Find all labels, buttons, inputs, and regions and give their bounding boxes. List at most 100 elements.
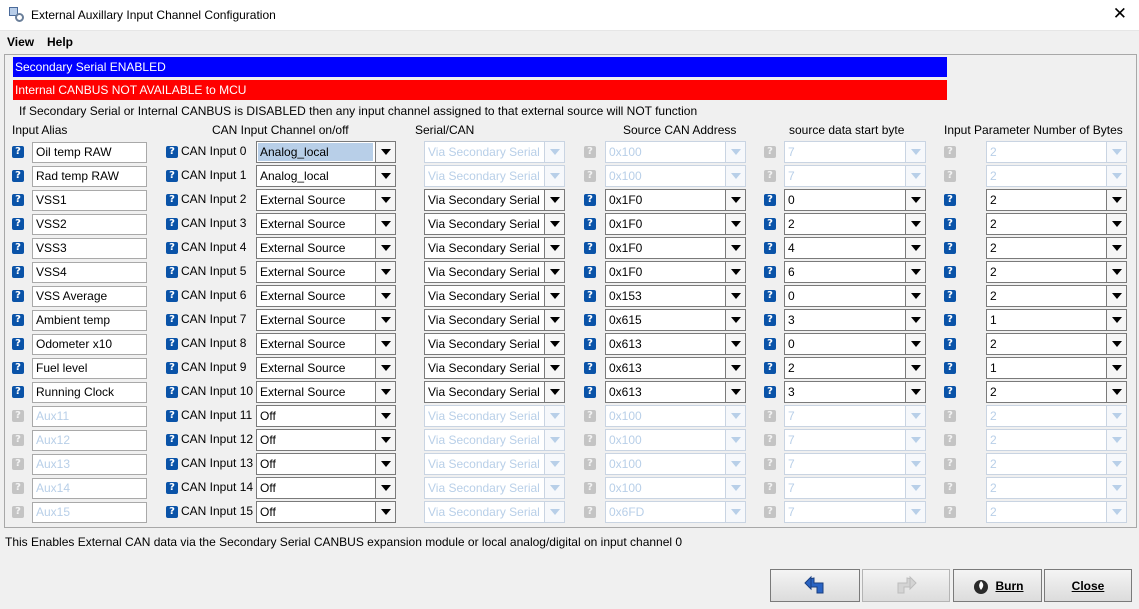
start-byte-select[interactable]: 7 xyxy=(784,501,926,523)
channel-source-select[interactable]: External Source xyxy=(256,309,396,331)
input-alias-field[interactable]: VSS1 xyxy=(32,190,147,211)
chevron-down-icon[interactable] xyxy=(905,310,925,330)
serial-can-select[interactable]: Via Secondary Serial xyxy=(424,165,565,187)
chevron-down-icon[interactable] xyxy=(905,166,925,186)
help-icon[interactable]: ? xyxy=(944,290,956,302)
chevron-down-icon[interactable] xyxy=(544,166,564,186)
start-byte-select[interactable]: 0 xyxy=(784,189,926,211)
chevron-down-icon[interactable] xyxy=(905,142,925,162)
source-address-select[interactable]: 0x1F0 xyxy=(605,237,746,259)
help-icon[interactable]: ? xyxy=(944,386,956,398)
input-alias-field[interactable]: VSS4 xyxy=(32,262,147,283)
chevron-down-icon[interactable] xyxy=(1106,454,1126,474)
chevron-down-icon[interactable] xyxy=(375,166,395,186)
source-address-select[interactable]: 0x1F0 xyxy=(605,213,746,235)
help-icon[interactable]: ? xyxy=(166,242,178,254)
help-icon[interactable]: ? xyxy=(12,290,24,302)
help-icon[interactable]: ? xyxy=(764,458,776,470)
chevron-down-icon[interactable] xyxy=(544,142,564,162)
help-icon[interactable]: ? xyxy=(944,482,956,494)
help-icon[interactable]: ? xyxy=(166,338,178,350)
source-address-select[interactable]: 0x100 xyxy=(605,477,746,499)
menu-help[interactable]: Help xyxy=(47,35,73,49)
help-icon[interactable]: ? xyxy=(12,146,24,158)
chevron-down-icon[interactable] xyxy=(1106,478,1126,498)
help-icon[interactable]: ? xyxy=(12,434,24,446)
help-icon[interactable]: ? xyxy=(12,458,24,470)
source-address-select[interactable]: 0x100 xyxy=(605,405,746,427)
num-bytes-select[interactable]: 2 xyxy=(986,429,1127,451)
input-alias-field[interactable]: Odometer x10 xyxy=(32,334,147,355)
source-address-select[interactable]: 0x613 xyxy=(605,381,746,403)
channel-source-select[interactable]: Off xyxy=(256,501,396,523)
chevron-down-icon[interactable] xyxy=(905,334,925,354)
help-icon[interactable]: ? xyxy=(166,506,178,518)
help-icon[interactable]: ? xyxy=(944,458,956,470)
chevron-down-icon[interactable] xyxy=(544,502,564,522)
chevron-down-icon[interactable] xyxy=(1106,286,1126,306)
help-icon[interactable]: ? xyxy=(944,314,956,326)
source-address-select[interactable]: 0x100 xyxy=(605,165,746,187)
help-icon[interactable]: ? xyxy=(166,218,178,230)
chevron-down-icon[interactable] xyxy=(725,358,745,378)
help-icon[interactable]: ? xyxy=(764,338,776,350)
help-icon[interactable]: ? xyxy=(944,506,956,518)
chevron-down-icon[interactable] xyxy=(375,478,395,498)
help-icon[interactable]: ? xyxy=(584,458,596,470)
chevron-down-icon[interactable] xyxy=(725,286,745,306)
channel-source-select[interactable]: External Source xyxy=(256,381,396,403)
chevron-down-icon[interactable] xyxy=(905,358,925,378)
help-icon[interactable]: ? xyxy=(12,170,24,182)
help-icon[interactable]: ? xyxy=(166,482,178,494)
input-alias-field[interactable]: Aux13 xyxy=(32,454,147,475)
chevron-down-icon[interactable] xyxy=(375,358,395,378)
num-bytes-select[interactable]: 2 xyxy=(986,189,1127,211)
help-icon[interactable]: ? xyxy=(584,362,596,374)
serial-can-select[interactable]: Via Secondary Serial xyxy=(424,261,565,283)
start-byte-select[interactable]: 7 xyxy=(784,165,926,187)
start-byte-select[interactable]: 7 xyxy=(784,429,926,451)
input-alias-field[interactable]: Aux11 xyxy=(32,406,147,427)
channel-source-select[interactable]: External Source xyxy=(256,357,396,379)
input-alias-field[interactable]: Aux12 xyxy=(32,430,147,451)
chevron-down-icon[interactable] xyxy=(375,310,395,330)
help-icon[interactable]: ? xyxy=(944,194,956,206)
channel-source-select[interactable]: External Source xyxy=(256,213,396,235)
num-bytes-select[interactable]: 2 xyxy=(986,285,1127,307)
chevron-down-icon[interactable] xyxy=(1106,406,1126,426)
chevron-down-icon[interactable] xyxy=(725,142,745,162)
help-icon[interactable]: ? xyxy=(166,386,178,398)
serial-can-select[interactable]: Via Secondary Serial xyxy=(424,237,565,259)
chevron-down-icon[interactable] xyxy=(905,238,925,258)
help-icon[interactable]: ? xyxy=(12,314,24,326)
serial-can-select[interactable]: Via Secondary Serial xyxy=(424,213,565,235)
chevron-down-icon[interactable] xyxy=(1106,262,1126,282)
help-icon[interactable]: ? xyxy=(944,434,956,446)
chevron-down-icon[interactable] xyxy=(725,454,745,474)
start-byte-select[interactable]: 0 xyxy=(784,333,926,355)
help-icon[interactable]: ? xyxy=(584,218,596,230)
chevron-down-icon[interactable] xyxy=(375,430,395,450)
chevron-down-icon[interactable] xyxy=(905,478,925,498)
num-bytes-select[interactable]: 2 xyxy=(986,213,1127,235)
help-icon[interactable]: ? xyxy=(584,146,596,158)
help-icon[interactable]: ? xyxy=(764,194,776,206)
chevron-down-icon[interactable] xyxy=(544,454,564,474)
chevron-down-icon[interactable] xyxy=(375,286,395,306)
serial-can-select[interactable]: Via Secondary Serial xyxy=(424,189,565,211)
chevron-down-icon[interactable] xyxy=(725,262,745,282)
channel-source-select[interactable]: External Source xyxy=(256,261,396,283)
input-alias-field[interactable]: Rad temp RAW xyxy=(32,166,147,187)
chevron-down-icon[interactable] xyxy=(1106,310,1126,330)
help-icon[interactable]: ? xyxy=(944,218,956,230)
channel-source-select[interactable]: Analog_local xyxy=(256,165,396,187)
help-icon[interactable]: ? xyxy=(764,386,776,398)
help-icon[interactable]: ? xyxy=(584,290,596,302)
chevron-down-icon[interactable] xyxy=(1106,382,1126,402)
chevron-down-icon[interactable] xyxy=(905,214,925,234)
chevron-down-icon[interactable] xyxy=(375,262,395,282)
chevron-down-icon[interactable] xyxy=(905,286,925,306)
help-icon[interactable]: ? xyxy=(12,218,24,230)
chevron-down-icon[interactable] xyxy=(375,454,395,474)
help-icon[interactable]: ? xyxy=(584,482,596,494)
